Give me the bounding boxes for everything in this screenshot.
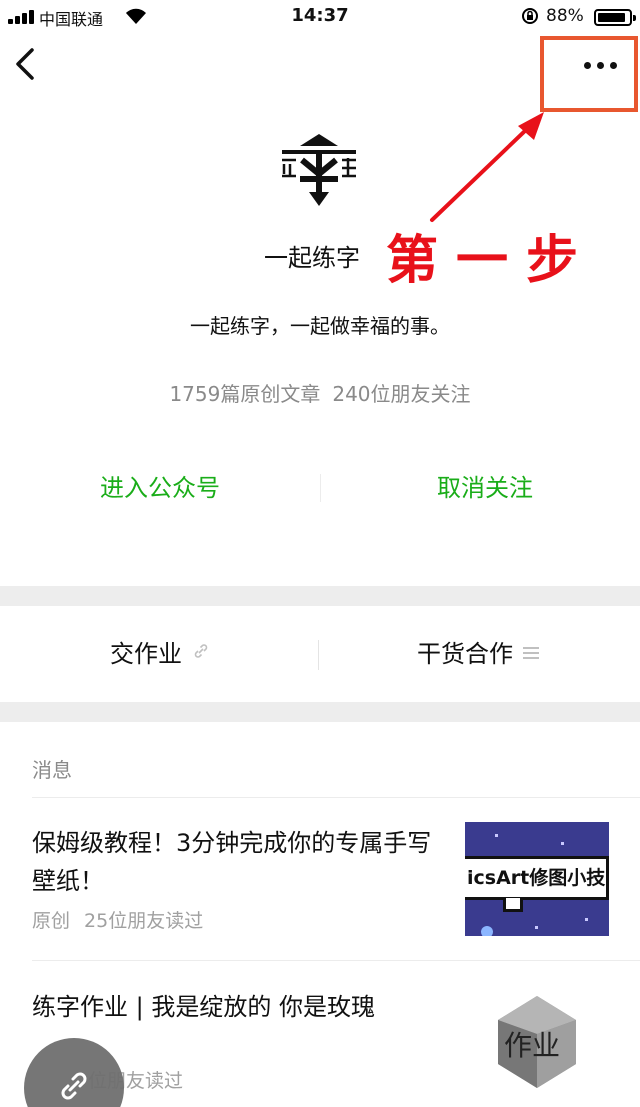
article-thumbnail[interactable]: 作业 <box>494 994 580 1090</box>
clock: 14:37 <box>291 5 349 26</box>
section-gap <box>0 702 640 722</box>
account-stats: 1759篇原创文章 240位朋友关注 <box>0 378 640 407</box>
link-icon <box>192 607 210 703</box>
chevron-left-icon[interactable] <box>12 44 42 84</box>
article-title: 练字作业 | 我是绽放的 你是玫瑰 <box>32 993 375 1021</box>
unfollow-button[interactable]: 取消关注 <box>320 466 640 510</box>
articles-count: 1759篇原创文章 <box>169 382 321 406</box>
account-description: 一起练字，一起做幸福的事。 <box>190 314 450 338</box>
messages-section-label: 消息 <box>32 758 72 782</box>
section-gap <box>0 586 640 606</box>
menu-item-cooperation[interactable]: 干货合作 <box>318 606 638 702</box>
article-title: 保姆级教程！3分钟完成你的专属手写壁纸！ <box>32 829 432 895</box>
status-bar: 中国联通 14:37 88% <box>0 0 640 34</box>
read-count: 25位朋友读过 <box>84 910 204 932</box>
account-name: 一起练字 <box>264 244 360 272</box>
enter-account-button[interactable]: 进入公众号 <box>0 466 320 510</box>
menu-item-label: 干货合作 <box>417 640 513 668</box>
account-logo <box>282 134 356 206</box>
divider <box>32 797 640 798</box>
annotation-step-label: 第一步 <box>386 230 597 291</box>
account-menu: 交作业 干货合作 <box>0 606 640 702</box>
thumbnail-caption: icsArt修图小技 <box>465 856 609 900</box>
thumbnail-caption: 作业 <box>504 1029 561 1062</box>
article-thumbnail[interactable]: icsArt修图小技 <box>465 822 609 936</box>
battery-icon <box>594 9 636 26</box>
action-bar: 进入公众号 取消关注 <box>0 466 640 510</box>
battery-percent: 88% <box>546 6 584 26</box>
list-item[interactable]: 保姆级教程！3分钟完成你的专属手写壁纸！ 原创 25位朋友读过 <box>32 824 432 933</box>
link-icon <box>61 1072 87 1100</box>
rotation-lock-icon <box>522 8 538 24</box>
followers-count: 240位朋友关注 <box>332 382 471 406</box>
menu-item-label: 交作业 <box>110 640 182 668</box>
annotation-arrow <box>430 112 544 222</box>
menu-item-homework[interactable]: 交作业 <box>0 606 320 702</box>
article-meta: 原创 25位朋友读过 <box>32 906 432 933</box>
list-icon <box>523 607 539 703</box>
divider <box>32 960 640 961</box>
original-tag: 原创 <box>32 910 71 932</box>
